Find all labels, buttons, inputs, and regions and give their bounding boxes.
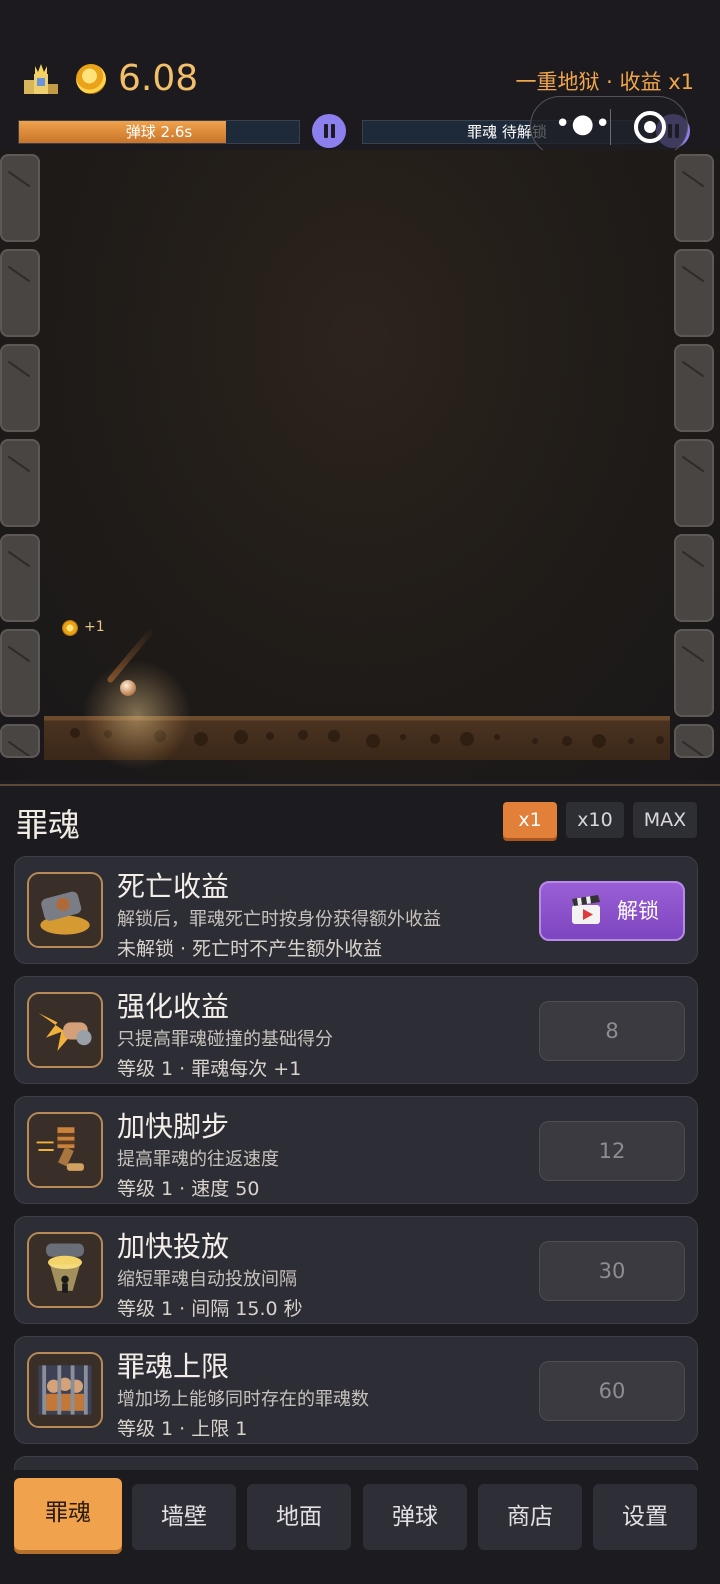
leaderboard-trophy-icon[interactable] xyxy=(22,62,60,96)
floor-pebble xyxy=(298,730,308,740)
fist-impact-icon xyxy=(27,992,103,1068)
right-wall-stone xyxy=(674,154,714,242)
upgrade-card-faster-drop: 加快投放 缩短罪魂自动投放间隔 等级 1 · 间隔 15.0 秒 30 xyxy=(14,1216,698,1324)
floor-pebble xyxy=(194,732,208,746)
upgrade-stat: 未解锁 · 死亡时不产生额外收益 xyxy=(117,938,383,960)
upgrade-cost-button[interactable]: 30 xyxy=(539,1241,685,1301)
ball-pause-button[interactable] xyxy=(312,114,346,148)
multiplier-x1-button[interactable]: x1 xyxy=(503,802,557,838)
coffin-gold-icon xyxy=(27,872,103,948)
floor-pebble xyxy=(628,738,634,744)
right-wall-stone xyxy=(674,439,714,527)
upgrade-desc: 增加场上能够同时存在的罪魂数 xyxy=(117,1389,369,1410)
ball-timer-text: 弹球 2.6s xyxy=(125,123,193,141)
multiplier-max-button[interactable]: MAX xyxy=(633,802,697,838)
floor-pebble xyxy=(328,730,340,742)
tab-floor[interactable]: 地面 xyxy=(247,1484,351,1550)
left-wall-stone xyxy=(0,439,40,527)
floor-pebble xyxy=(592,734,606,748)
upgrade-name: 死亡收益 xyxy=(117,870,230,903)
tab-souls[interactable]: 罪魂 xyxy=(14,1478,122,1550)
ball-timer-bar: 弹球 2.6s xyxy=(18,120,300,144)
upgrade-card-death-income: 死亡收益 解锁后，罪魂死亡时按身份获得额外收益 未解锁 · 死亡时不产生额外收益… xyxy=(14,856,698,964)
tab-shop[interactable]: 商店 xyxy=(478,1484,582,1550)
left-wall-stone xyxy=(0,344,40,432)
mini-program-capsule: •●• xyxy=(530,96,688,156)
floor-pebble xyxy=(266,732,274,740)
coin-popup-text: +1 xyxy=(84,619,105,635)
floor-pebble xyxy=(562,736,572,746)
right-wall-stone xyxy=(674,249,714,337)
coin-balance: 6.08 xyxy=(118,58,199,99)
video-clapper-icon xyxy=(572,895,600,924)
hell-level-label: 一重地狱 · 收益 x1 xyxy=(515,70,695,94)
right-wall-stone xyxy=(674,344,714,432)
upgrade-cost-button[interactable]: 60 xyxy=(539,1361,685,1421)
right-wall-stone xyxy=(674,534,714,622)
right-wall-stone xyxy=(674,629,714,717)
floor-pebble xyxy=(366,734,380,748)
ball-glow xyxy=(82,660,192,770)
upgrade-stat: 等级 1 · 罪魂每次 +1 xyxy=(117,1058,302,1080)
left-wall-stone xyxy=(0,249,40,337)
floor-pebble xyxy=(460,732,474,746)
upgrade-stat: 等级 1 · 间隔 15.0 秒 xyxy=(117,1298,303,1320)
upgrade-name: 加快投放 xyxy=(117,1230,230,1263)
upgrade-stat: 等级 1 · 速度 50 xyxy=(117,1178,260,1200)
running-legs-icon xyxy=(27,1112,103,1188)
tab-ball[interactable]: 弹球 xyxy=(363,1484,467,1550)
floor-pebble xyxy=(430,734,440,744)
popup-coin-icon xyxy=(62,620,78,636)
capsule-divider xyxy=(610,109,611,145)
upgrade-card-income-boost: 强化收益 只提高罪魂碰撞的基础得分 等级 1 · 罪魂每次 +1 8 xyxy=(14,976,698,1084)
multiplier-x10-button[interactable]: x10 xyxy=(566,802,624,838)
left-wall-stone xyxy=(0,724,40,758)
right-wall-stone xyxy=(674,724,714,758)
floor-pebble xyxy=(234,730,248,744)
tab-walls[interactable]: 墙壁 xyxy=(132,1484,236,1550)
panel-title: 罪魂 xyxy=(16,806,81,844)
tab-settings[interactable]: 设置 xyxy=(593,1484,697,1550)
upgrade-desc: 提高罪魂的往返速度 xyxy=(117,1149,279,1170)
upgrade-cost-button[interactable]: 12 xyxy=(539,1121,685,1181)
upgrade-cost-button[interactable]: 8 xyxy=(539,1001,685,1061)
left-wall-stone xyxy=(0,534,40,622)
coin-icon xyxy=(76,64,106,94)
upgrade-name: 加快脚步 xyxy=(117,1110,230,1143)
more-menu-icon[interactable]: •●• xyxy=(555,111,611,137)
pinball xyxy=(120,680,136,696)
unlock-label: 解锁 xyxy=(617,899,659,923)
upgrade-card-faster-steps: 加快脚步 提高罪魂的往返速度 等级 1 · 速度 50 12 xyxy=(14,1096,698,1204)
prison-cell-icon xyxy=(27,1352,103,1428)
upgrade-desc: 解锁后，罪魂死亡时按身份获得额外收益 xyxy=(117,909,441,930)
floor-pebble xyxy=(494,734,500,740)
upgrade-stat: 等级 1 · 上限 1 xyxy=(117,1418,248,1440)
left-wall-stone xyxy=(0,154,40,242)
unlock-button[interactable]: 解锁 xyxy=(539,881,685,941)
floor-pebble xyxy=(532,738,538,744)
floor-pebble xyxy=(400,734,406,740)
upgrade-name: 强化收益 xyxy=(117,990,230,1023)
upgrade-desc: 缩短罪魂自动投放间隔 xyxy=(117,1269,297,1290)
floor-pebble xyxy=(70,728,80,738)
upgrade-card-soul-limit: 罪魂上限 增加场上能够同时存在的罪魂数 等级 1 · 上限 1 60 xyxy=(14,1336,698,1444)
left-wall-stone xyxy=(0,629,40,717)
upgrade-name: 罪魂上限 xyxy=(117,1350,230,1383)
dropper-portal-icon xyxy=(27,1232,103,1308)
floor-pebble xyxy=(656,736,664,744)
upgrade-desc: 只提高罪魂碰撞的基础得分 xyxy=(117,1029,333,1050)
close-target-icon[interactable] xyxy=(634,111,666,143)
